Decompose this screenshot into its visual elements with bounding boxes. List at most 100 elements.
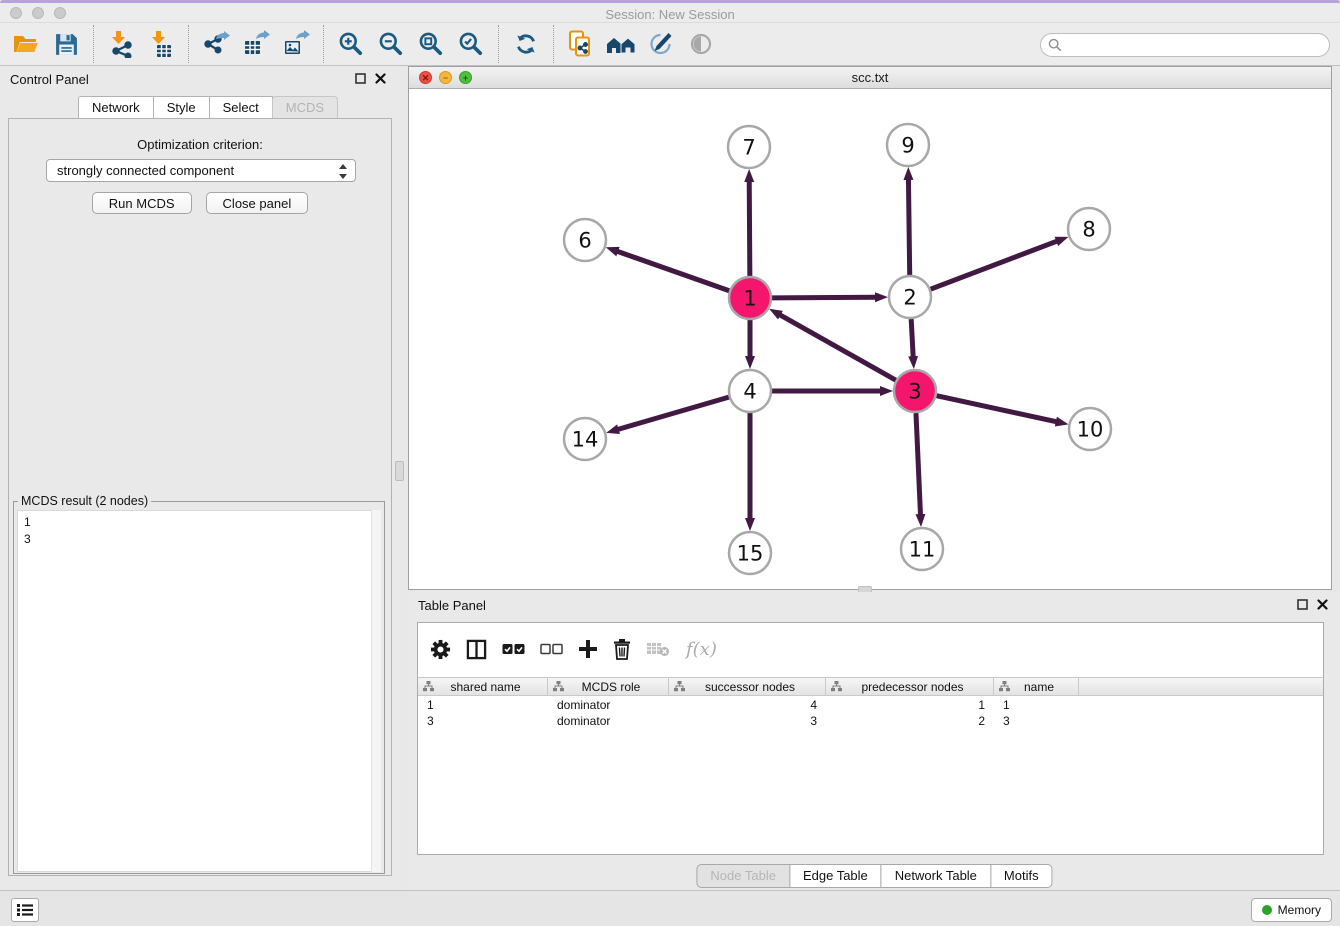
- tab-mcds[interactable]: MCDS: [272, 96, 338, 120]
- task-list-icon: [17, 903, 33, 917]
- float-panel-icon[interactable]: [355, 73, 366, 84]
- search-input[interactable]: [1066, 36, 1329, 54]
- import-network-button[interactable]: [104, 26, 138, 62]
- network-window-titlebar: ✕ − + scc.txt: [409, 67, 1331, 89]
- deselect-all-columns-button[interactable]: [540, 642, 563, 656]
- graph-edge-2-3[interactable]: [911, 319, 913, 357]
- memory-status-button[interactable]: Memory: [1251, 898, 1332, 922]
- refresh-button[interactable]: [509, 26, 543, 62]
- optimization-criterion-label: Optimization criterion:: [9, 137, 391, 152]
- show-column-panel-button[interactable]: [466, 639, 487, 660]
- table-cell[interactable]: 3: [994, 713, 1079, 729]
- table-cell[interactable]: 3: [418, 713, 548, 729]
- import-network-icon: [108, 30, 135, 58]
- toolbar-separator: [323, 25, 324, 63]
- graph-edge-2-8[interactable]: [931, 241, 1058, 289]
- close-panel-icon[interactable]: [1317, 599, 1328, 610]
- export-network-button[interactable]: [199, 26, 233, 62]
- graph-edge-3-10[interactable]: [936, 396, 1056, 422]
- memory-label: Memory: [1278, 903, 1321, 917]
- zoom-fit-button[interactable]: [414, 26, 448, 62]
- column-header-mcds-role[interactable]: MCDS role: [548, 678, 669, 695]
- create-column-button[interactable]: [578, 639, 598, 659]
- table-cell[interactable]: 4: [669, 697, 826, 713]
- apply-style-button[interactable]: [644, 26, 678, 62]
- mcds-result-text[interactable]: 13: [17, 510, 379, 872]
- graph-edge-2-9[interactable]: [908, 179, 909, 275]
- status-bar: Memory: [0, 890, 1340, 926]
- application-window: Session: New Session: [0, 0, 1340, 926]
- tab-select[interactable]: Select: [209, 96, 273, 120]
- table-settings-button[interactable]: [430, 639, 451, 660]
- tab-node-table[interactable]: Node Table: [696, 864, 790, 888]
- clone-network-icon: [568, 30, 594, 58]
- graph-node-label: 6: [578, 229, 591, 253]
- optimization-criterion-select[interactable]: strongly connected component: [46, 159, 356, 182]
- zoom-fit-icon: [418, 31, 444, 57]
- zoom-out-button[interactable]: [374, 26, 408, 62]
- zoom-selected-button[interactable]: [454, 26, 488, 62]
- graph-edge-3-1[interactable]: [780, 315, 896, 381]
- graph-edge-1-2[interactable]: [772, 297, 876, 298]
- table-cell[interactable]: 1: [826, 697, 994, 713]
- trash-icon: [613, 639, 631, 660]
- zoom-out-icon: [378, 31, 404, 57]
- table-cell[interactable]: 1: [994, 697, 1079, 713]
- control-panel-title: Control Panel: [10, 72, 89, 87]
- network-view-window: ✕ − + scc.txt 7968124314101511: [408, 66, 1332, 590]
- hide-selected-button[interactable]: [684, 26, 718, 62]
- tab-edge-table[interactable]: Edge Table: [789, 864, 882, 888]
- delete-column-button[interactable]: [613, 639, 631, 660]
- run-mcds-button[interactable]: Run MCDS: [92, 192, 192, 214]
- column-header-predecessor-nodes[interactable]: predecessor nodes: [826, 678, 994, 695]
- search-icon: [1048, 38, 1062, 52]
- graph-edge-1-6[interactable]: [617, 251, 729, 290]
- close-panel-button[interactable]: Close panel: [206, 192, 309, 214]
- save-session-button[interactable]: [49, 26, 83, 62]
- table-panel: Table Panel: [408, 592, 1340, 890]
- fx-icon: f(x): [685, 639, 717, 660]
- close-panel-icon[interactable]: [375, 73, 386, 84]
- columns-icon: [466, 639, 487, 660]
- export-image-button[interactable]: [279, 26, 313, 62]
- table-cell[interactable]: dominator: [548, 713, 669, 729]
- gear-icon: [430, 639, 451, 660]
- float-panel-icon[interactable]: [1297, 599, 1308, 610]
- graph-node-label: 4: [743, 380, 756, 404]
- vertical-splitter-grip[interactable]: [395, 461, 404, 481]
- checked-boxes-icon: [502, 642, 525, 656]
- table-row[interactable]: 3dominator323: [418, 713, 1323, 729]
- result-scrollbar[interactable]: [371, 510, 381, 872]
- zoom-in-button[interactable]: [334, 26, 368, 62]
- table-cell[interactable]: dominator: [548, 697, 669, 713]
- tab-style[interactable]: Style: [153, 96, 210, 120]
- titlebar: Session: New Session: [0, 3, 1340, 23]
- table-cell[interactable]: 2: [826, 713, 994, 729]
- table-row[interactable]: 1dominator411: [418, 697, 1323, 713]
- open-session-button[interactable]: [9, 26, 43, 62]
- graph-edge-1-7[interactable]: [749, 181, 750, 276]
- tab-network[interactable]: Network: [78, 96, 154, 120]
- task-history-button[interactable]: [11, 898, 39, 922]
- select-all-columns-button[interactable]: [502, 642, 525, 656]
- export-table-button[interactable]: [239, 26, 273, 62]
- clone-network-button[interactable]: [564, 26, 598, 62]
- tab-network-table[interactable]: Network Table: [881, 864, 991, 888]
- network-canvas[interactable]: 7968124314101511: [409, 89, 1331, 589]
- first-neighbors-button[interactable]: [604, 26, 638, 62]
- table-cell[interactable]: 3: [669, 713, 826, 729]
- graph-node-label: 14: [572, 428, 599, 452]
- graph-edge-3-11[interactable]: [916, 413, 921, 515]
- search-field: [1040, 33, 1330, 57]
- column-header-name[interactable]: name: [994, 678, 1079, 695]
- folder-open-icon: [12, 31, 40, 57]
- function-builder-button[interactable]: f(x): [685, 638, 719, 660]
- graph-edge-4-14[interactable]: [618, 397, 729, 429]
- zoom-selected-icon: [458, 31, 484, 57]
- table-cell[interactable]: 1: [418, 697, 548, 713]
- column-header-shared-name[interactable]: shared name: [418, 678, 548, 695]
- delete-table-button[interactable]: [646, 640, 670, 658]
- import-table-button[interactable]: [144, 26, 178, 62]
- tab-motifs[interactable]: Motifs: [990, 864, 1053, 888]
- column-header-successor-nodes[interactable]: successor nodes: [669, 678, 826, 695]
